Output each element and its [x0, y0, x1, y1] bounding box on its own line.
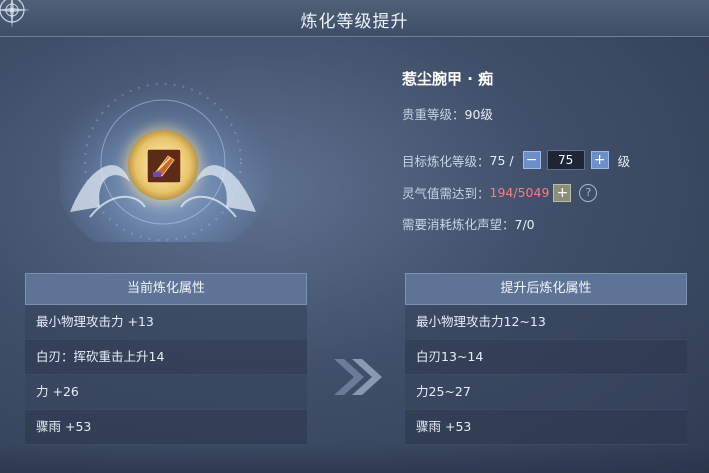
- wristguard-item-icon[interactable]: [147, 149, 181, 183]
- prestige-value: 7/0: [514, 217, 535, 232]
- list-item: 最小物理攻击力 +13: [25, 305, 307, 340]
- increase-level-button[interactable]: +: [590, 151, 609, 169]
- target-level-row: 目标炼化等级： 75 / − 75 + 级: [402, 150, 630, 170]
- target-level-input[interactable]: 75: [546, 150, 585, 170]
- decrease-level-button[interactable]: −: [522, 151, 541, 169]
- list-item: 骤雨 +53: [25, 410, 307, 445]
- upgraded-props-list: 最小物理攻击力12~13 白刃13~14 力25~27 骤雨 +53: [405, 305, 687, 445]
- rank-label: 贵重等级：: [402, 107, 465, 122]
- aura-label: 灵气值需达到：: [402, 186, 490, 201]
- current-props-header: 当前炼化属性: [25, 273, 307, 305]
- help-icon[interactable]: ?: [579, 183, 598, 202]
- aura-value: 194/5049: [489, 185, 550, 200]
- upgraded-props-header: 提升后炼化属性: [405, 273, 687, 305]
- item-halo-ornament: [60, 72, 273, 242]
- target-level-unit: 级: [617, 153, 631, 169]
- list-item: 白刃13~14: [405, 340, 687, 375]
- aura-row: 灵气值需达到： 194/5049 + ?: [402, 183, 598, 202]
- list-item: 白刃：挥砍重击上升14: [25, 340, 307, 375]
- window-title: 炼化等级提升: [300, 12, 409, 32]
- current-props-panel: 当前炼化属性 最小物理攻击力 +13 白刃：挥砍重击上升14 力 +26 骤雨 …: [25, 273, 307, 445]
- bottom-fade: [0, 445, 709, 473]
- add-aura-button[interactable]: +: [553, 183, 572, 202]
- prestige-row: 需要消耗炼化声望：7/0: [402, 214, 535, 233]
- list-item: 骤雨 +53: [405, 410, 687, 445]
- upgraded-props-panel: 提升后炼化属性 最小物理攻击力12~13 白刃13~14 力25~27 骤雨 +…: [405, 273, 687, 445]
- target-level-label: 目标炼化等级：: [402, 153, 490, 169]
- list-item: 最小物理攻击力12~13: [405, 305, 687, 340]
- double-chevron-right-icon: [334, 359, 382, 395]
- item-info: 惹尘腕甲 · 痴: [402, 68, 702, 89]
- current-props-list: 最小物理攻击力 +13 白刃：挥砍重击上升14 力 +26 骤雨 +53: [25, 305, 307, 445]
- prestige-label: 需要消耗炼化声望：: [402, 217, 515, 232]
- list-item: 力25~27: [405, 375, 687, 410]
- list-item: 力 +26: [25, 375, 307, 410]
- item-name: 惹尘腕甲 · 痴: [402, 70, 494, 88]
- target-level-current: 75 /: [489, 152, 514, 168]
- title-bar: 炼化等级提升: [0, 0, 709, 37]
- rank-row: 贵重等级：90级: [402, 104, 493, 123]
- rank-value: 90级: [464, 107, 493, 122]
